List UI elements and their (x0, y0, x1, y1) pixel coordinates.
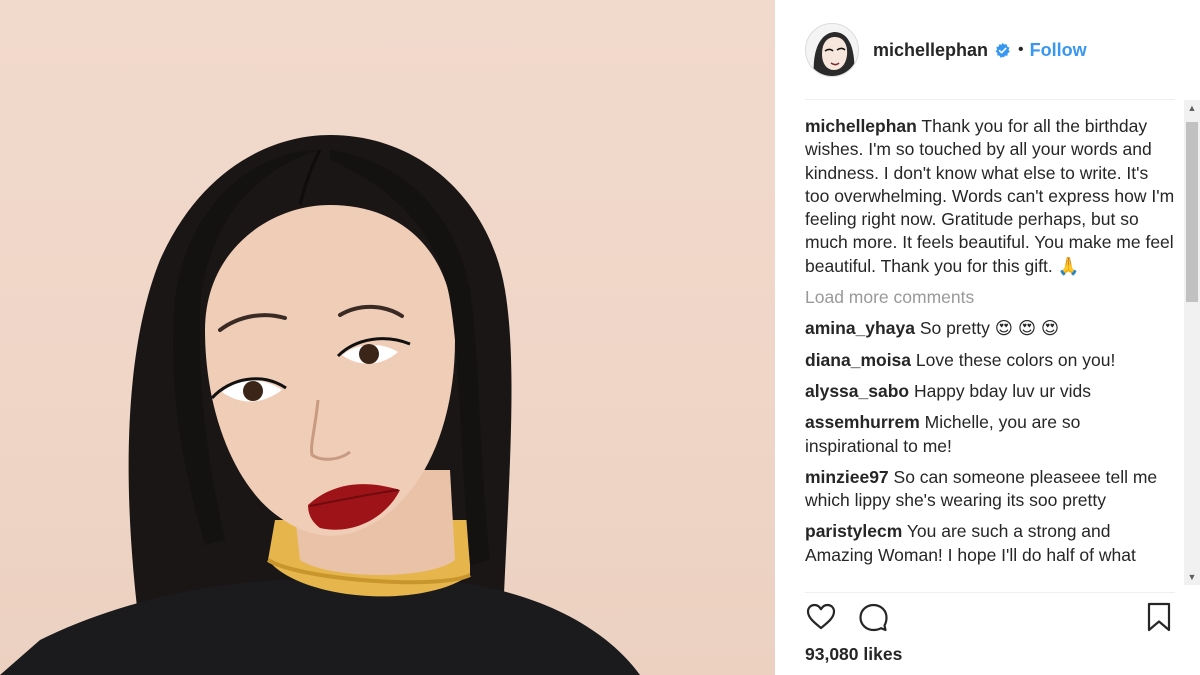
comments-scrollbar[interactable]: ▲ ▼ (1184, 100, 1200, 585)
separator-dot: • (1018, 41, 1024, 58)
header-divider (805, 99, 1175, 100)
avatar[interactable] (805, 23, 859, 77)
comment-item: diana_moisa Love these colors on you! (805, 349, 1177, 372)
post-header: michellephan • Follow (805, 22, 1145, 78)
post-photo[interactable] (0, 0, 775, 675)
caption-username[interactable]: michellephan (805, 116, 917, 136)
load-more-comments-button[interactable]: Load more comments (805, 286, 1177, 309)
scrollbar-thumb[interactable] (1186, 122, 1198, 302)
comment-bubble-icon[interactable] (857, 601, 889, 633)
comment-username[interactable]: assemhurrem (805, 412, 920, 432)
follow-button[interactable]: Follow (1030, 40, 1087, 61)
post-actions (805, 601, 1177, 635)
avatar-illustration (806, 24, 858, 76)
scroll-down-arrow-icon[interactable]: ▼ (1184, 569, 1200, 585)
scroll-up-arrow-icon[interactable]: ▲ (1184, 100, 1200, 116)
post-author-username[interactable]: michellephan (873, 40, 988, 61)
verified-badge-icon (994, 42, 1011, 59)
portrait-image (0, 135, 640, 675)
comment-text: Happy bday luv ur vids (913, 380, 1092, 401)
comments-list[interactable]: michellephan Thank you for all the birth… (805, 115, 1177, 590)
comment-text: Love these colors on you! (915, 349, 1116, 370)
heart-icon[interactable] (805, 601, 837, 633)
bookmark-icon[interactable] (1143, 601, 1175, 633)
comment-item: minziee97 So can someone pleaseee tell m… (805, 466, 1177, 513)
comment-item: assemhurrem Michelle, you are so inspira… (805, 411, 1177, 458)
actions-divider (805, 592, 1175, 593)
comment-item: alyssa_sabo Happy bday luv ur vids (805, 380, 1177, 403)
comment-username[interactable]: alyssa_sabo (805, 381, 909, 401)
post-caption: michellephan Thank you for all the birth… (805, 115, 1177, 278)
comment-username[interactable]: diana_moisa (805, 350, 911, 370)
comment-username[interactable]: paristylecm (805, 521, 902, 541)
comment-item: paristylecm You are such a strong and Am… (805, 520, 1177, 567)
comment-username[interactable]: amina_yhaya (805, 318, 915, 338)
comment-text: So pretty 😍 😍 😍 (919, 318, 1060, 339)
comment-username[interactable]: minziee97 (805, 467, 889, 487)
caption-text: Thank you for all the birthday wishes. I… (805, 116, 1175, 276)
comment-item: amina_yhaya So pretty 😍 😍 😍 (805, 317, 1177, 340)
likes-count[interactable]: 93,080 likes (805, 644, 902, 665)
